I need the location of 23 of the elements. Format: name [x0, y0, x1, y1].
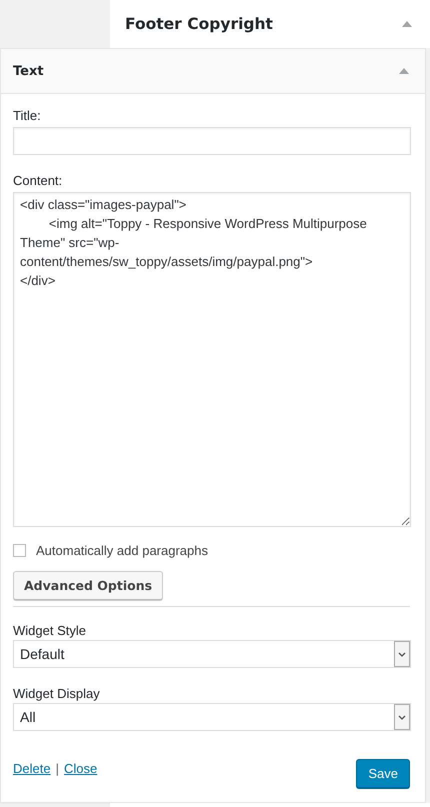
collapse-arrow-icon[interactable] — [402, 21, 412, 27]
select-dropdown[interactable]: Default — [13, 640, 411, 668]
chevron-down-icon — [398, 652, 406, 656]
select-label: Widget Display — [13, 686, 101, 701]
delete-link[interactable]: Delete — [13, 761, 51, 776]
widget-header[interactable]: Text — [1, 49, 425, 94]
sidebar-header[interactable]: Footer Copyright — [110, 0, 430, 48]
link-separator: | — [56, 761, 59, 776]
title-input[interactable] — [13, 127, 411, 155]
content-textarea[interactable]: <div class="images-paypal"> <img alt="Toppy - Responsive WordPress Multipurpose Theme" src="wp-content/themes/sw_toppy/assets/img/paypal.png"> </div> — [13, 192, 411, 527]
advanced-options-button[interactable]: Advanced Options — [13, 571, 164, 600]
collapse-arrow-icon[interactable] — [399, 68, 409, 74]
field-label: Title: — [13, 108, 42, 123]
widget-title: Text — [13, 64, 44, 78]
select-dropdown[interactable]: All — [13, 703, 411, 731]
chevron-down-icon — [398, 714, 406, 720]
close-link[interactable]: Close — [64, 761, 98, 776]
checkbox[interactable] — [13, 544, 26, 557]
checkbox-label: Automatically add paragraphs — [36, 543, 208, 558]
field-label: Content: — [13, 173, 64, 188]
sidebar-title: Footer Copyright — [125, 15, 273, 33]
select-label: Widget Style — [13, 623, 87, 638]
save-button[interactable]: Save — [356, 759, 410, 788]
